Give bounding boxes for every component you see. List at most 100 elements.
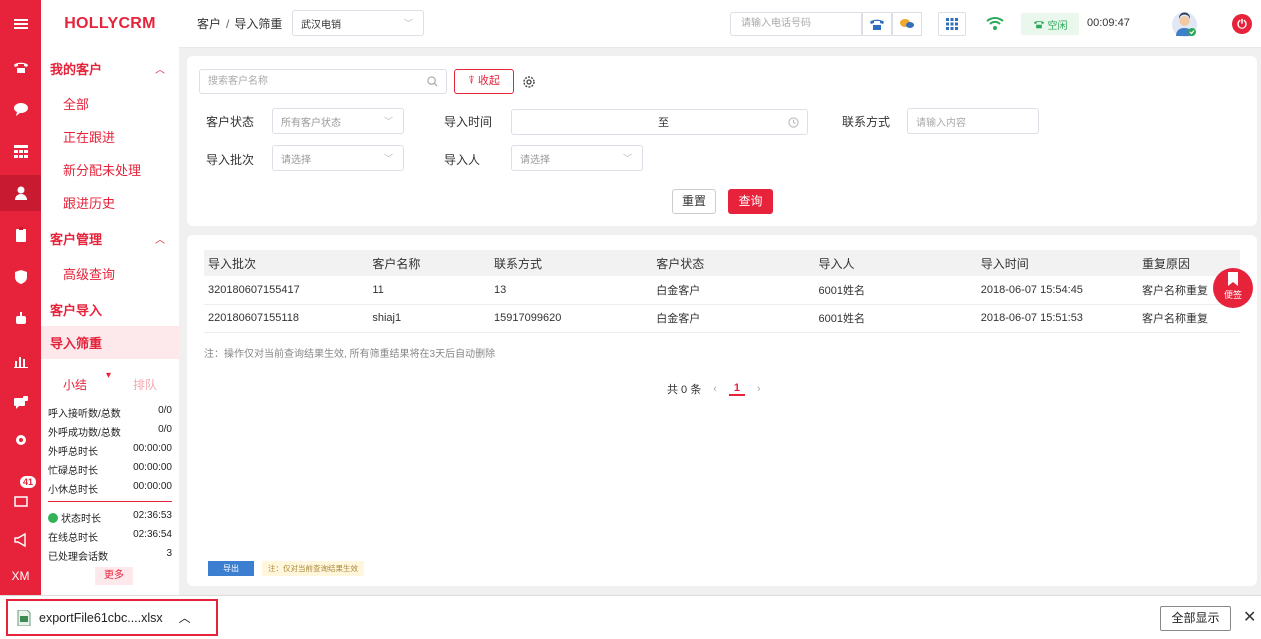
export-note: 注：仅对当前查询结果生效	[262, 561, 364, 576]
more-button[interactable]: 更多	[95, 567, 133, 585]
menu-group-my-customers[interactable]: 我的客户 ︿	[41, 52, 179, 84]
column-header: 导入人	[814, 250, 977, 276]
grid-icon[interactable]	[0, 133, 41, 169]
menu-item-advanced-query[interactable]: 高级查询	[41, 257, 179, 290]
stat-value: 00:00:00	[133, 462, 172, 473]
menu-group-customer-management[interactable]: 客户管理 ︿	[41, 222, 179, 254]
clipboard-icon[interactable]	[0, 217, 41, 253]
show-all-button[interactable]: 全部显示	[1160, 606, 1231, 631]
breadcrumb-root[interactable]: 客户	[197, 17, 221, 31]
stat-value: 0/0	[158, 405, 172, 416]
menu-item-all[interactable]: 全部	[41, 87, 179, 120]
chevron-down-icon: ﹀	[383, 116, 393, 127]
stat-value: 0/0	[158, 424, 172, 435]
customer-icon[interactable]	[0, 175, 41, 211]
phone-icon[interactable]	[0, 49, 41, 85]
cell-importer: 6001姓名	[814, 276, 977, 305]
stat-value: 02:36:54	[133, 529, 172, 540]
caret-down-icon[interactable]: ▾	[106, 370, 111, 381]
table-row[interactable]: 320180607155417 11 13 白金客户 6001姓名 2018-0…	[204, 276, 1240, 305]
avatar[interactable]	[1172, 12, 1197, 37]
phone-input[interactable]: 请输入电话号码	[730, 12, 862, 36]
notifications-icon[interactable]: 41	[0, 476, 41, 518]
chat-bubble-icon[interactable]	[892, 12, 922, 36]
stats-panel: 小结 ▾ 排队 呼入接听数/总数 0/0 外呼成功数/总数 0/0 外呼总时长 00:…	[41, 370, 179, 595]
download-item[interactable]: exportFile61cbc....xlsx ︿	[6, 599, 218, 636]
filter-icon: ⍒	[468, 75, 475, 87]
stat-row: 呼入接听数/总数 0/0	[48, 405, 172, 420]
import-time-range[interactable]: 至	[511, 109, 808, 135]
contact-input[interactable]: 请输入内容	[907, 108, 1039, 134]
batch-select[interactable]: 请选择 ﹀	[272, 145, 404, 171]
stat-label: 状态时长	[61, 514, 101, 525]
stats-tabs: 小结 ▾ 排队	[41, 370, 179, 396]
pager-total: 共 0 条	[667, 384, 702, 396]
cell-import-time: 2018-06-07 15:51:53	[976, 304, 1138, 333]
pagination: 共 0 条 ‹ 1 ›	[667, 381, 761, 397]
column-header: 导入时间	[976, 250, 1138, 276]
collapse-filter-button[interactable]: ⍒ 收起	[454, 69, 514, 94]
stat-label: 忙碌总时长	[48, 466, 98, 477]
settings-icon[interactable]	[0, 422, 41, 458]
column-header: 客户状态	[652, 250, 815, 276]
menu-group-title: 客户导入	[50, 302, 103, 318]
table-row[interactable]: 220180607155118 shiaj1 15917099620 白金客户 …	[204, 304, 1240, 333]
cell-reason: 客户名称重复	[1138, 304, 1240, 333]
contact-label: 联系方式	[842, 115, 891, 129]
sticky-note-label: 便签	[1223, 290, 1242, 300]
collapse-label: 收起	[477, 75, 500, 87]
menu-group-customer-import[interactable]: 客户导入	[41, 293, 179, 325]
search-icon[interactable]	[427, 76, 438, 87]
org-select[interactable]: 武汉电销 ﹀	[292, 10, 424, 36]
tab-queue[interactable]: 排队	[133, 376, 157, 393]
customer-status-select[interactable]: 所有客户状态 ﹀	[272, 108, 404, 134]
stat-label: 小休总时长	[48, 485, 98, 496]
pager-next-icon[interactable]: ›	[757, 383, 761, 395]
stat-label: 外呼总时长	[48, 447, 98, 458]
export-button[interactable]: 导出	[208, 561, 254, 576]
agent-status[interactable]: 空闲	[1021, 13, 1079, 35]
query-button[interactable]: 查询	[728, 189, 773, 214]
customer-search-input[interactable]: 搜索客户名称	[199, 69, 447, 94]
table-header-row: 导入批次 客户名称 联系方式 客户状态 导入人 导入时间 重复原因	[204, 250, 1240, 276]
gear-icon[interactable]	[522, 75, 536, 89]
importer-placeholder: 请选择	[520, 154, 550, 166]
menu-group-title: 我的客户	[50, 61, 103, 77]
bookmark-icon	[1228, 272, 1238, 286]
sticky-note-button[interactable]: 便签	[1213, 268, 1253, 308]
announcement-icon[interactable]	[0, 522, 41, 558]
close-icon[interactable]: ✕	[1243, 607, 1256, 627]
dial-phone-icon[interactable]	[862, 12, 892, 36]
cell-batch: 320180607155417	[204, 276, 369, 305]
xm-label[interactable]: XM	[0, 558, 41, 594]
online-status-icon	[48, 513, 58, 523]
batch-placeholder: 请选择	[281, 154, 311, 166]
message-icon[interactable]	[0, 385, 41, 421]
chat-icon[interactable]	[0, 91, 41, 127]
menu-item-history[interactable]: 跟进历史	[41, 186, 179, 219]
shield-icon[interactable]	[0, 259, 41, 295]
robot-icon[interactable]	[0, 301, 41, 337]
pager-current-page[interactable]: 1	[728, 382, 746, 396]
column-header: 客户名称	[368, 250, 491, 276]
reset-button[interactable]: 重置	[672, 189, 716, 214]
stat-label: 外呼成功数/总数	[48, 428, 121, 439]
power-icon[interactable]: ⏻	[1232, 14, 1252, 34]
importer-select[interactable]: 请选择 ﹀	[511, 145, 643, 171]
tab-summary[interactable]: 小结	[63, 376, 87, 393]
bar-chart-icon[interactable]	[0, 343, 41, 379]
stat-row: 已处理会话数 3	[48, 548, 172, 563]
topbar: 客户 / 导入筛重 武汉电销 ﹀ 请输入电话号码 空闲 00:09:47 ⏻	[179, 0, 1261, 48]
pager-prev-icon[interactable]: ‹	[713, 383, 717, 395]
results-card: 导入批次 客户名称 联系方式 客户状态 导入人 导入时间 重复原因 320180…	[187, 235, 1257, 586]
phone-icon	[1033, 20, 1044, 29]
import-time-label: 导入时间	[444, 115, 493, 129]
menu-item-import-dedup[interactable]: 导入筛重	[41, 326, 179, 359]
dialpad-icon[interactable]	[938, 12, 966, 36]
stat-row: 在线总时长 02:36:54	[48, 529, 172, 544]
chevron-up-icon[interactable]: ︿	[179, 609, 191, 626]
filter-card: 搜索客户名称 ⍒ 收起 客户状态 所有客户状态 ﹀ 导入时间 至 联系方式 请输…	[187, 56, 1257, 226]
menu-item-following[interactable]: 正在跟进	[41, 120, 179, 153]
menu-item-new-assigned[interactable]: 新分配未处理	[41, 153, 179, 186]
menu-icon[interactable]	[0, 6, 41, 42]
